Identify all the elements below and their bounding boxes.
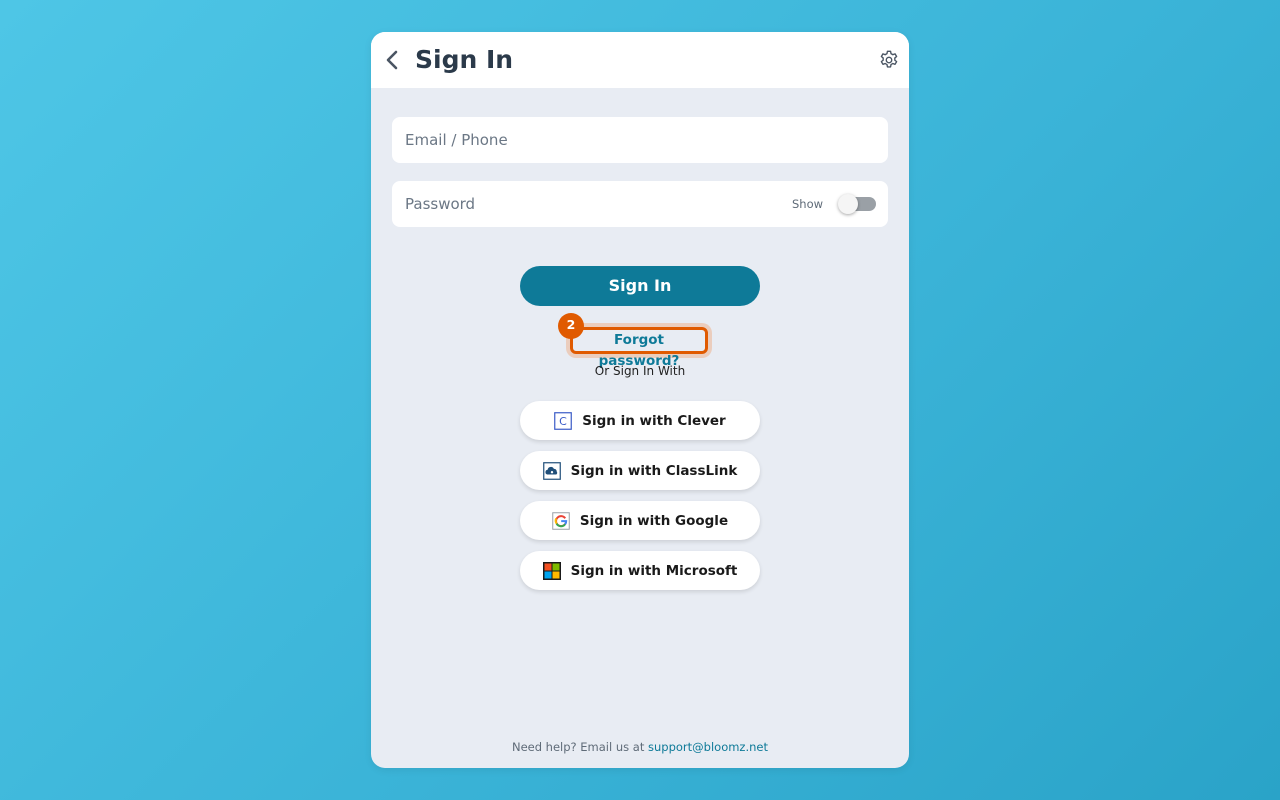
sso-label: Sign in with Microsoft	[570, 562, 738, 579]
classlink-icon	[542, 461, 561, 480]
gear-icon	[880, 50, 898, 68]
google-icon	[552, 511, 570, 530]
step-badge: 2	[558, 313, 584, 339]
google-signin-button[interactable]: Sign in with Google	[520, 501, 760, 540]
password-input[interactable]	[392, 181, 782, 227]
classlink-signin-button[interactable]: Sign in with ClassLink	[520, 451, 760, 490]
signin-button[interactable]: Sign In	[520, 266, 760, 306]
show-password-label: Show	[792, 197, 824, 211]
microsoft-icon	[542, 561, 561, 580]
clever-signin-button[interactable]: C Sign in with Clever	[520, 401, 760, 440]
help-footer: Need help? Email us at support@bloomz.ne…	[371, 740, 909, 754]
svg-text:C: C	[559, 415, 567, 428]
page-title: Sign In	[415, 45, 514, 74]
microsoft-signin-button[interactable]: Sign in with Microsoft	[520, 551, 760, 590]
forgot-password-link[interactable]: Forgot password?	[570, 327, 708, 369]
help-text: Need help? Email us at	[511, 740, 645, 754]
email-input[interactable]	[392, 117, 782, 163]
sso-label: Sign in with Google	[579, 512, 729, 529]
clever-icon: C	[554, 411, 573, 430]
settings-button[interactable]	[878, 49, 900, 71]
support-email-link[interactable]: support@bloomz.net	[648, 740, 768, 754]
or-signin-with-label: Or Sign In With	[594, 364, 686, 378]
sso-label: Sign in with Clever	[582, 412, 726, 429]
toggle-knob	[838, 194, 858, 214]
sso-label: Sign in with ClassLink	[570, 462, 738, 479]
back-button[interactable]	[381, 48, 405, 72]
password-field-container: Show	[392, 181, 888, 227]
chevron-left-icon	[386, 50, 398, 70]
show-password-toggle[interactable]	[838, 194, 876, 214]
header-bar: Sign In	[371, 32, 909, 88]
email-field-container	[392, 117, 888, 163]
signin-card: Sign In Show Sign In Forgot password? 2 …	[371, 32, 909, 768]
